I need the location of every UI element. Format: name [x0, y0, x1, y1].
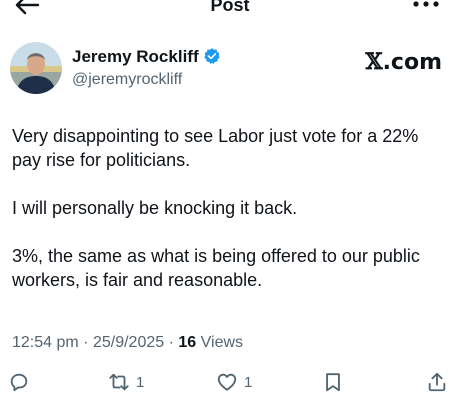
post-paragraph: I will personally be knocking it back. — [12, 198, 298, 218]
page-title: Post — [210, 0, 250, 15]
author-handle[interactable]: @jeremyrockliff — [72, 70, 182, 90]
like-count: 1 — [244, 373, 253, 391]
share-icon — [428, 372, 446, 392]
x-logo: 𝕏.com — [365, 50, 442, 75]
action-bar: 1 1 — [0, 368, 460, 396]
more-horizontal-icon[interactable] — [412, 0, 440, 10]
heart-icon — [217, 373, 237, 391]
profile-photo-icon — [10, 42, 62, 94]
views-count: 16 — [178, 334, 197, 351]
repost-icon — [109, 373, 129, 391]
share-button[interactable] — [426, 368, 448, 396]
verified-badge-icon — [203, 48, 220, 64]
bookmark-icon — [326, 373, 340, 392]
meta-separator: · — [83, 334, 89, 351]
top-bar: Post — [0, 0, 460, 22]
reply-button[interactable] — [8, 368, 30, 396]
repost-count: 1 — [136, 373, 145, 391]
post-date[interactable]: 25/9/2025 — [93, 334, 164, 351]
post-text: Very disappointing to see Labor just vot… — [12, 124, 452, 316]
post-paragraph: 3%, the same as what is being offered to… — [12, 246, 420, 290]
avatar[interactable] — [10, 42, 62, 94]
post-paragraph: Very disappointing to see Labor just vot… — [12, 126, 419, 170]
post-meta: 12:54 pm · 25/9/2025 · 16 Views — [12, 333, 243, 353]
like-button[interactable]: 1 — [216, 368, 252, 396]
meta-separator: · — [168, 334, 174, 351]
author-name-text: Jeremy Rockliff — [72, 47, 199, 66]
x-domain: .com — [382, 50, 442, 75]
x-mark: 𝕏 — [365, 49, 383, 75]
bookmark-button[interactable] — [322, 368, 344, 396]
author-name[interactable]: Jeremy Rockliff — [72, 47, 221, 67]
reply-icon — [10, 373, 28, 392]
views-label: Views — [200, 334, 244, 351]
repost-button[interactable]: 1 — [108, 368, 144, 396]
post-time[interactable]: 12:54 pm — [12, 334, 79, 351]
